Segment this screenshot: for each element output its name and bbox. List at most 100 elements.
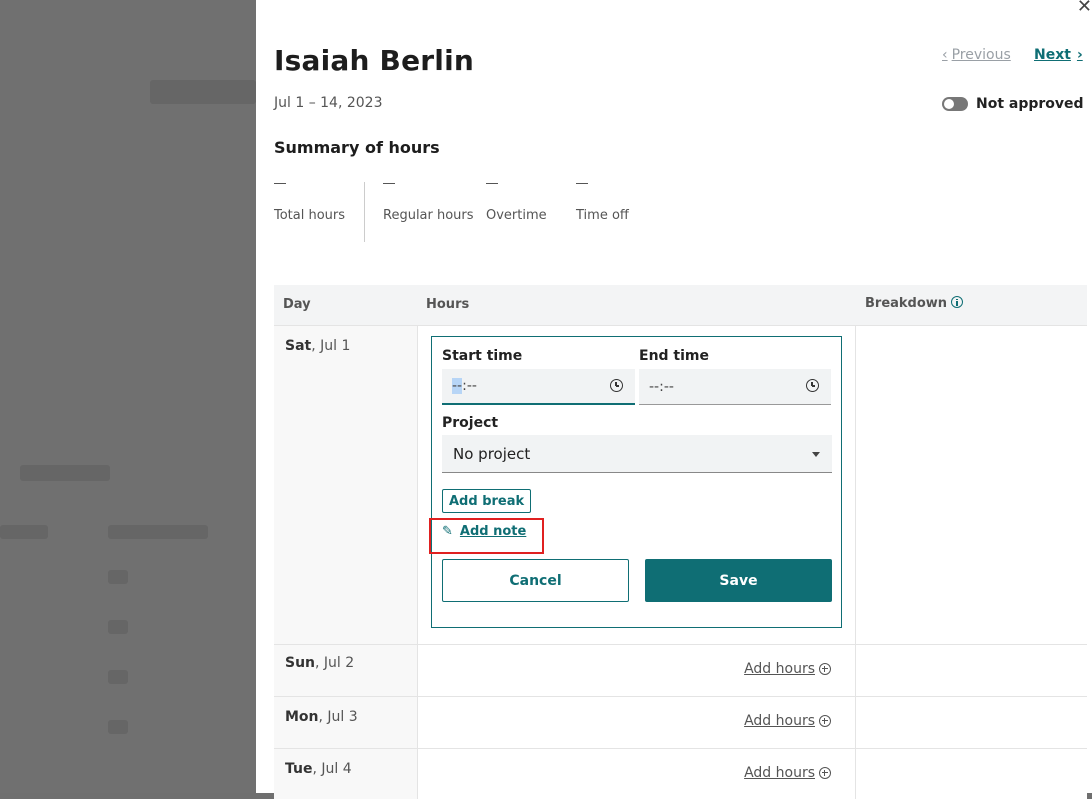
breakdown-cell [856, 749, 1087, 799]
backdrop-blur-block [108, 670, 128, 684]
hours-cell: Add hours [418, 645, 855, 696]
backdrop-blur-block [108, 570, 128, 584]
weekday: Mon [285, 709, 319, 725]
column-divider [417, 326, 418, 644]
backdrop-blur-block [108, 525, 208, 539]
column-divider [855, 697, 856, 748]
pay-period: Jul 1 – 14, 2023 [274, 95, 383, 111]
start-time-hour-segment[interactable]: -- [452, 378, 463, 394]
approval-toggle[interactable]: Not approved [942, 96, 1084, 112]
hours-cell: Add hours [418, 697, 855, 748]
page-backdrop [0, 0, 256, 793]
end-time-label: End time [639, 348, 709, 364]
clock-icon[interactable] [610, 379, 623, 392]
next-link[interactable]: Next › [1034, 47, 1083, 63]
end-time-value: --:-- [649, 378, 674, 395]
column-divider [855, 326, 856, 644]
annotation-highlight-box [429, 518, 544, 554]
header-breakdown: Breakdown [865, 296, 964, 311]
weekday: Tue [285, 761, 313, 777]
close-icon[interactable]: ✕ [1077, 0, 1092, 17]
chevron-left-icon: ‹ [942, 47, 948, 63]
add-hours-link[interactable]: Add hours [744, 713, 831, 729]
chevron-right-icon: › [1076, 47, 1083, 63]
backdrop-blur-block [0, 525, 48, 539]
column-divider [417, 749, 418, 799]
start-time-minute-segment[interactable]: :-- [462, 378, 477, 394]
table-row: Mon, Jul 3 Add hours [274, 696, 1087, 748]
weekday: Sat [285, 338, 312, 354]
add-hours-label: Add hours [744, 713, 815, 729]
project-value: No project [453, 444, 531, 463]
stat-label: Total hours [274, 208, 346, 223]
project-select[interactable]: No project [442, 435, 832, 473]
day-label: Mon, Jul 3 [285, 709, 358, 725]
start-time-label: Start time [442, 348, 523, 364]
table-row: Sun, Jul 2 Add hours [274, 644, 1087, 696]
add-hours-label: Add hours [744, 661, 815, 677]
date: , Jul 1 [311, 338, 351, 354]
plus-circle-icon [819, 767, 831, 779]
column-divider [417, 697, 418, 748]
previous-link[interactable]: ‹ Previous [942, 47, 1011, 63]
date: , Jul 4 [312, 761, 352, 777]
clock-icon[interactable] [806, 379, 819, 392]
add-break-button[interactable]: Add break [442, 489, 532, 513]
summary-title: Summary of hours [274, 138, 440, 157]
table-row: Tue, Jul 4 Add hours [274, 748, 1087, 799]
date: , Jul 2 [315, 655, 355, 671]
weekday: Sun [285, 655, 316, 671]
stat-value [576, 183, 588, 194]
header-hours: Hours [426, 297, 470, 312]
info-icon[interactable] [951, 296, 964, 308]
stat-label: Time off [576, 208, 629, 223]
stat-label: Overtime [486, 208, 547, 223]
backdrop-blur-block [108, 620, 128, 634]
breakdown-cell [856, 326, 1087, 644]
stat-overtime: Overtime [486, 183, 547, 223]
timesheet-drawer: ✕ Isaiah Berlin Jul 1 – 14, 2023 ‹ Previ… [256, 0, 1092, 799]
stat-value [383, 183, 395, 194]
start-time-input[interactable]: --:-- [442, 369, 635, 405]
backdrop-blur-block [150, 80, 256, 104]
table-row: Sat, Jul 1 Start time End time --:-- --:… [274, 325, 1087, 644]
backdrop-blur-block [108, 720, 128, 734]
plus-circle-icon [819, 715, 831, 727]
project-label: Project [442, 415, 499, 431]
stat-regular-hours: Regular hours [383, 183, 474, 223]
next-label: Next [1034, 47, 1071, 63]
date: , Jul 3 [318, 709, 358, 725]
time-entry-form: Start time End time --:-- --:-- Project … [431, 336, 842, 628]
plus-circle-icon [819, 663, 831, 675]
cancel-button[interactable]: Cancel [442, 559, 629, 602]
hours-cell: Add hours [418, 749, 855, 799]
divider [364, 182, 365, 242]
column-divider [855, 749, 856, 799]
approval-label: Not approved [976, 96, 1084, 112]
day-label: Tue, Jul 4 [285, 761, 352, 777]
table-header: Day Hours Breakdown [274, 285, 1087, 325]
add-hours-link[interactable]: Add hours [744, 661, 831, 677]
header-day: Day [283, 297, 311, 312]
stat-total-hours: Total hours [274, 183, 345, 223]
breakdown-label: Breakdown [865, 296, 948, 311]
breakdown-cell [856, 645, 1087, 696]
day-label: Sun, Jul 2 [285, 655, 354, 671]
column-divider [855, 645, 856, 696]
employee-name: Isaiah Berlin [274, 44, 475, 77]
breakdown-cell [856, 697, 1087, 748]
toggle-switch[interactable] [942, 97, 968, 111]
add-hours-link[interactable]: Add hours [744, 765, 831, 781]
day-label: Sat, Jul 1 [285, 338, 350, 354]
add-hours-label: Add hours [744, 765, 815, 781]
caret-down-icon [812, 452, 820, 457]
previous-label: Previous [951, 47, 1011, 63]
end-time-input[interactable]: --:-- [639, 369, 831, 405]
stat-time-off: Time off [576, 183, 629, 223]
timesheet-table: Day Hours Breakdown Sat, Jul 1 Start tim… [274, 285, 1087, 799]
backdrop-blur-block [20, 465, 110, 481]
stat-value [274, 183, 286, 194]
stat-value [486, 183, 498, 194]
save-button[interactable]: Save [645, 559, 832, 602]
stat-label: Regular hours [383, 208, 474, 223]
